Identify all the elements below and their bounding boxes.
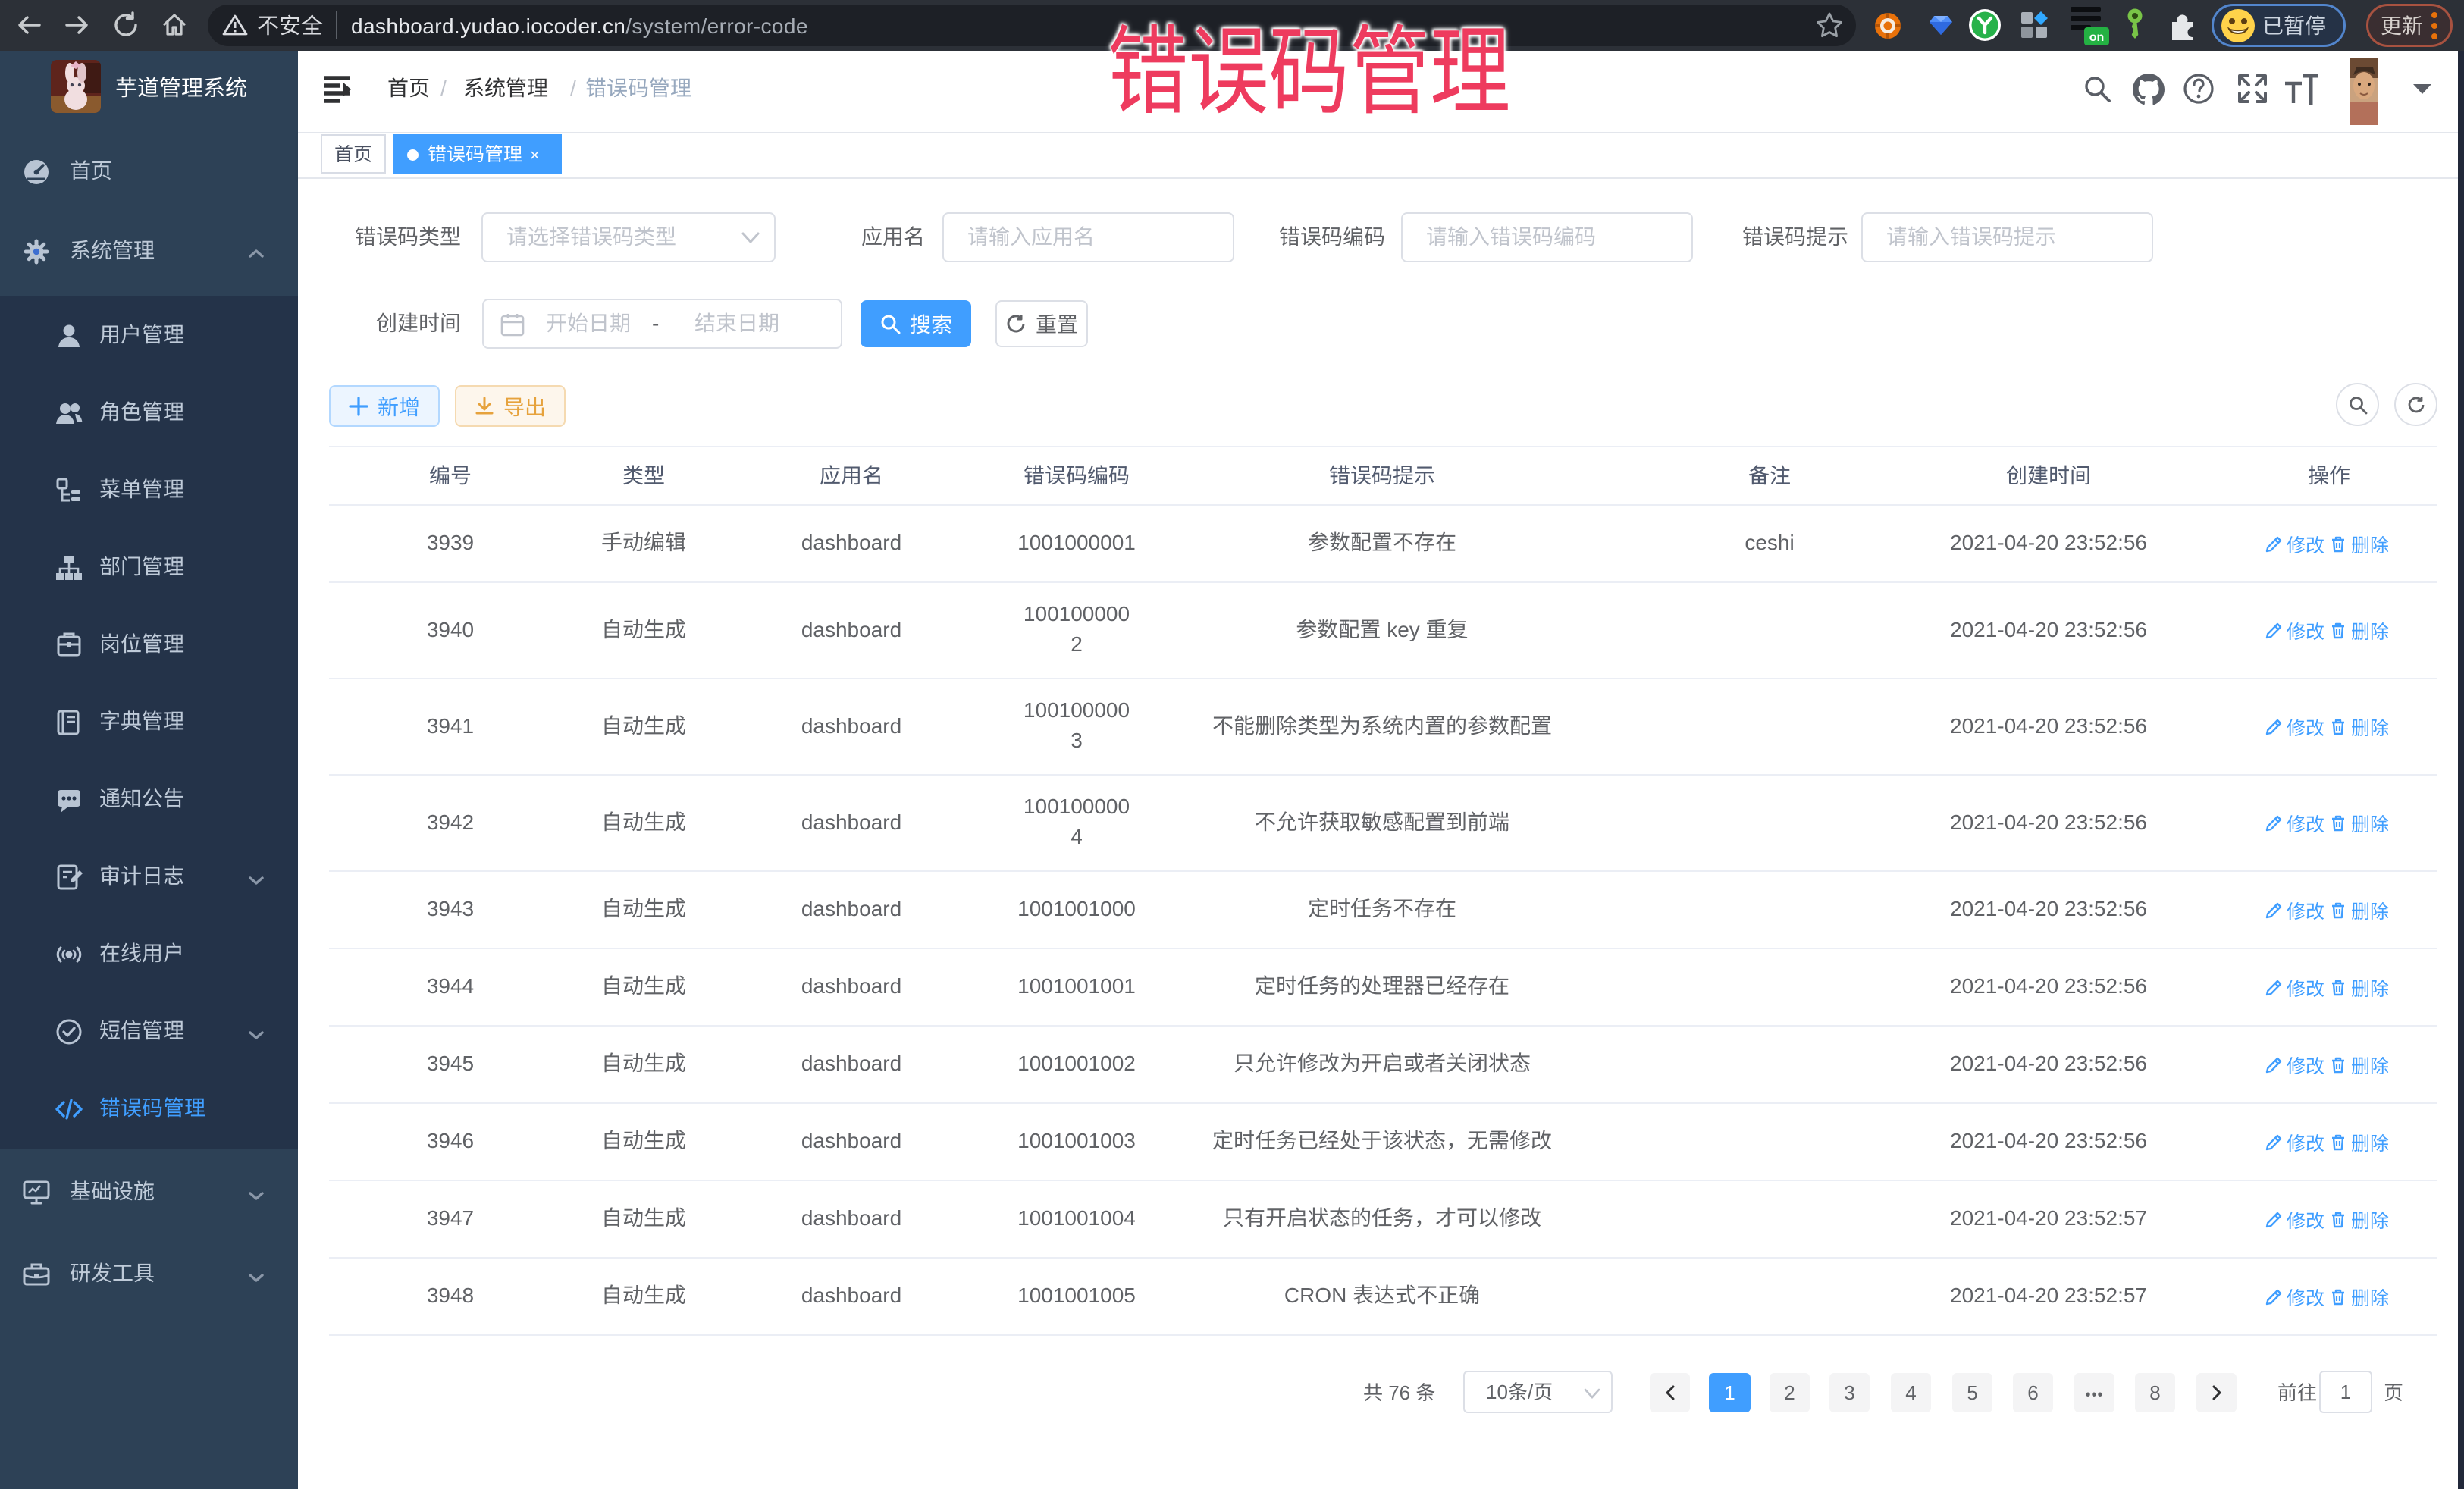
- svg-text:on: on: [2089, 31, 2105, 44]
